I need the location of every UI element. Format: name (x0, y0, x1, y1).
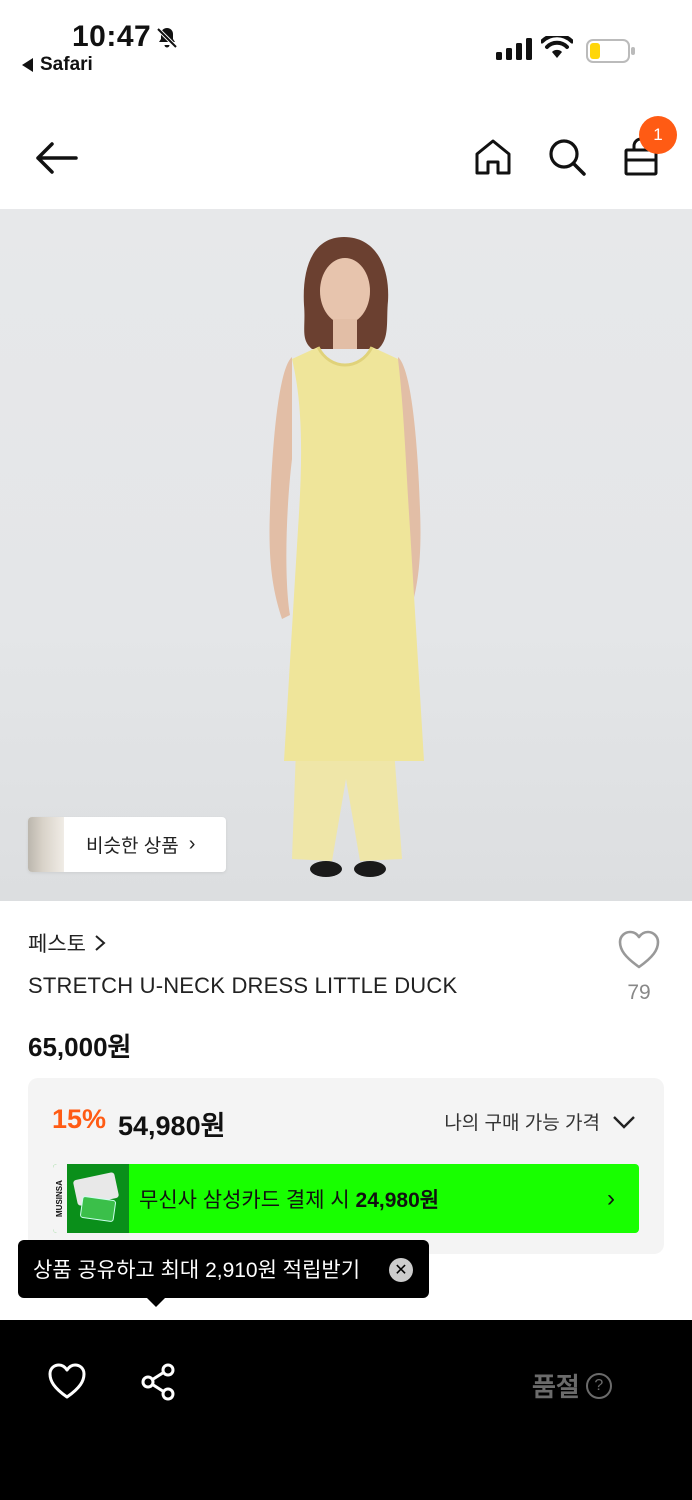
soldout-status[interactable]: 품절 ? (532, 1367, 612, 1404)
chevron-right-icon (95, 935, 106, 951)
brand-link[interactable]: 페스토 (28, 928, 106, 958)
top-navbar (0, 110, 692, 208)
tooltip-text: 상품 공유하고 최대 2,910원 적립받기 (33, 1259, 361, 1282)
close-icon[interactable]: ✕ (389, 1258, 413, 1282)
brand-name: 페스토 (28, 933, 86, 956)
similar-products-label: 비슷한 상품 (86, 836, 179, 857)
chevron-down-icon (613, 1115, 635, 1129)
my-price-toggle[interactable]: 나의 구매 가능 가격 (444, 1108, 636, 1135)
discount-price-box: 15% 54,980원 나의 구매 가능 가격 MUSINSA 무신사 삼성카드… (28, 1078, 664, 1254)
product-image[interactable] (0, 209, 692, 901)
like-button[interactable]: 79 (612, 930, 666, 1005)
back-triangle-icon (22, 58, 33, 72)
original-price: 65,000원 (28, 1032, 132, 1062)
wifi-icon (541, 36, 573, 58)
back-to-app[interactable]: Safari (22, 54, 93, 76)
card-banner-label: 무신사 삼성카드 결제 시 (139, 1188, 350, 1212)
product-title: STRETCH U-NECK DRESS LITTLE DUCK (28, 973, 458, 998)
status-time: 10:47 (72, 20, 152, 53)
bottom-action-bar: 품절 ? (0, 1320, 692, 1500)
card-banner-price: 24,980원 (355, 1188, 440, 1212)
share-icon[interactable] (138, 1362, 178, 1402)
heart-icon[interactable] (47, 1362, 87, 1402)
model-wearing-dress-image (269, 237, 424, 877)
samsung-card-banner[interactable]: MUSINSA 무신사 삼성카드 결제 시 24,980원 › (53, 1164, 639, 1233)
chevron-right-icon: › (607, 1184, 615, 1212)
cart-count-badge: 1 (639, 116, 677, 154)
soldout-label: 품절 (532, 1372, 580, 1402)
help-icon: ? (585, 1372, 612, 1399)
heart-outline-icon (618, 930, 660, 969)
card-banner-text: 무신사 삼성카드 결제 시 24,980원 (139, 1184, 439, 1214)
status-bar: 10:47 Safari (0, 0, 692, 90)
discount-percent: 15% (52, 1104, 107, 1134)
similar-products-thumbnail (28, 817, 64, 872)
similar-products-button[interactable]: 비슷한 상품 › (28, 817, 226, 872)
back-app-label: Safari (40, 54, 93, 75)
battery-icon (586, 39, 635, 63)
back-arrow-icon[interactable] (32, 138, 80, 178)
chevron-right-icon: › (188, 833, 196, 855)
discount-price: 54,980원 (118, 1111, 226, 1141)
search-icon[interactable] (546, 136, 588, 178)
bell-muted-icon (156, 27, 178, 49)
share-reward-tooltip: 상품 공유하고 최대 2,910원 적립받기 ✕ (18, 1240, 429, 1298)
card-image: MUSINSA (53, 1164, 129, 1233)
home-icon[interactable] (472, 136, 514, 178)
signal-icon (496, 38, 532, 60)
card-brand-text: MUSINSA (53, 1164, 67, 1233)
my-price-label: 나의 구매 가능 가격 (444, 1113, 600, 1134)
tooltip-pointer (146, 1297, 166, 1307)
like-count: 79 (627, 981, 651, 1004)
